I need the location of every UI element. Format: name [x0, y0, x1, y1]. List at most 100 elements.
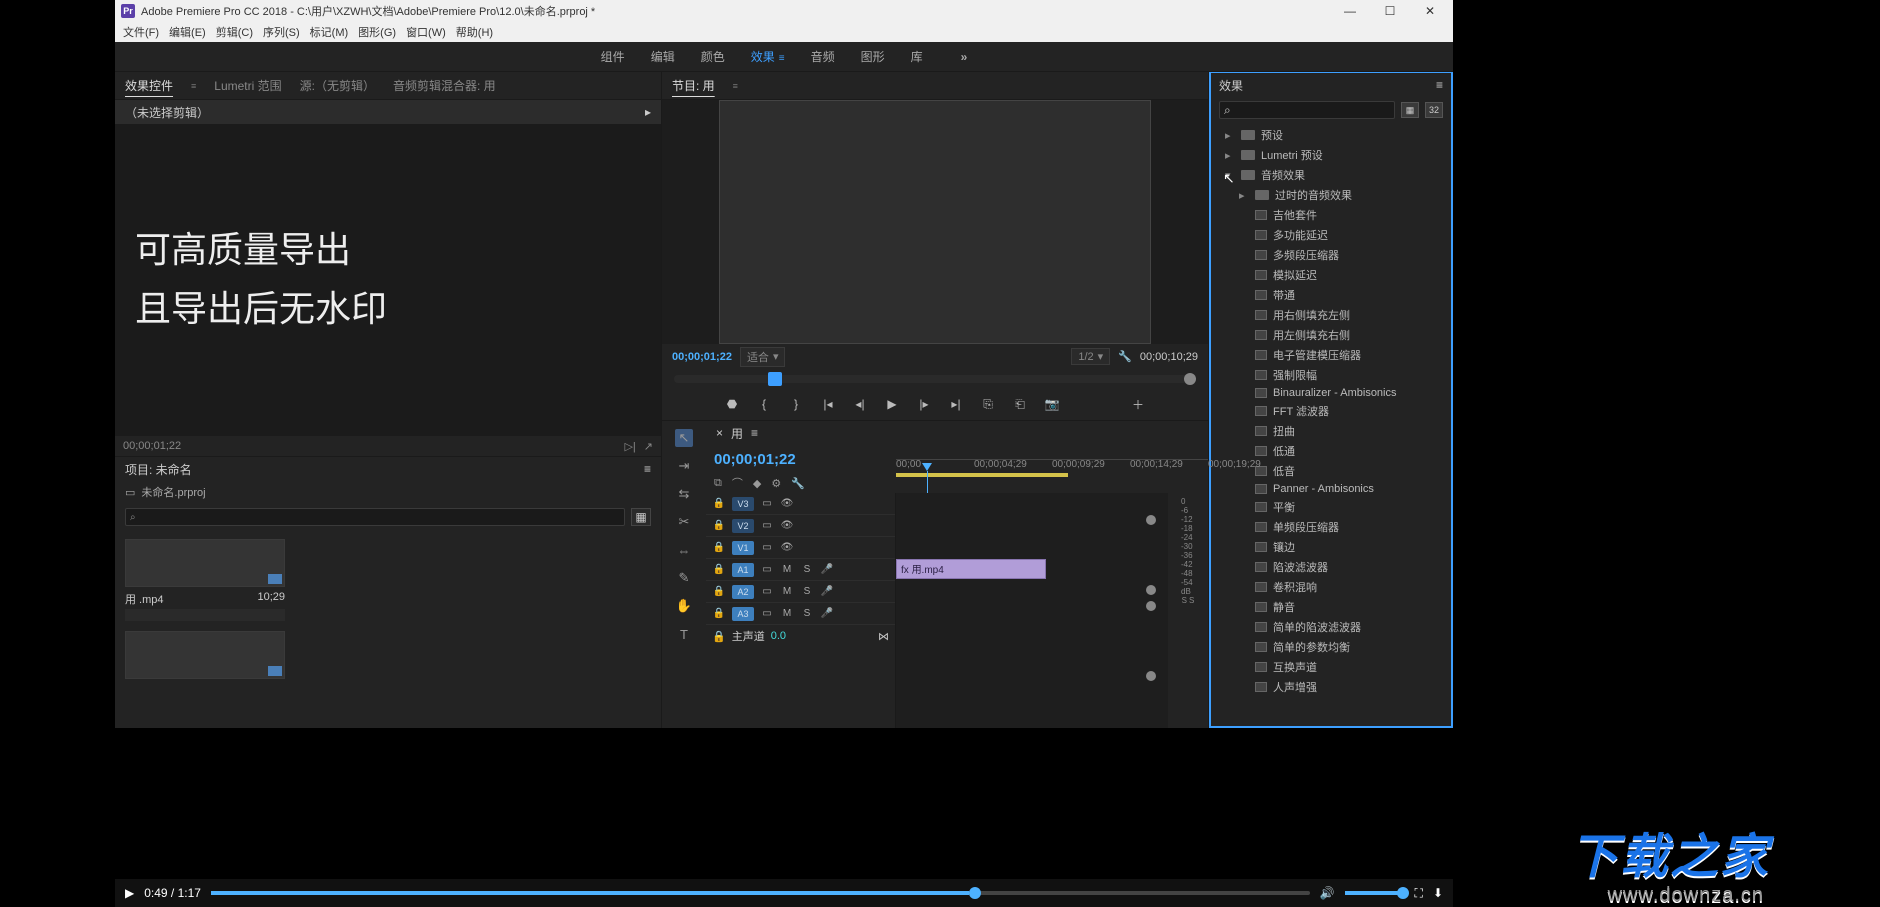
lift-icon[interactable]: ⎘: [979, 395, 997, 413]
minimize-button[interactable]: —: [1333, 2, 1367, 20]
fx-item-14[interactable]: Panner - Ambisonics: [1211, 481, 1451, 497]
step-back-icon[interactable]: ◂|: [851, 395, 869, 413]
pen-tool[interactable]: ✎: [675, 569, 693, 587]
ec-icon-1[interactable]: ▷|: [624, 440, 635, 453]
fx-item-8[interactable]: 强制限幅: [1211, 365, 1451, 385]
step-fwd-icon[interactable]: |▸: [915, 395, 933, 413]
menu-clip[interactable]: 剪辑(C): [216, 24, 253, 40]
fx-item-22[interactable]: 简单的参数均衡: [1211, 637, 1451, 657]
fx-item-17[interactable]: 镶边: [1211, 537, 1451, 557]
ec-play-icon[interactable]: ▸: [645, 105, 651, 119]
project-clip[interactable]: 用 .mp410;29: [125, 539, 285, 621]
razor-tool[interactable]: ✂: [675, 513, 693, 531]
timeline-close-icon[interactable]: ×: [716, 426, 723, 440]
tab-menu-icon[interactable]: ≡: [191, 81, 196, 91]
marker-icon[interactable]: ⬣: [723, 395, 741, 413]
player-seek-knob[interactable]: [969, 887, 981, 899]
ws-library[interactable]: 库: [911, 48, 923, 65]
ripple-tool[interactable]: ⇆: [675, 485, 693, 503]
solo-l[interactable]: S: [1182, 596, 1187, 605]
play-icon[interactable]: ▶: [883, 395, 901, 413]
goto-out-icon[interactable]: ▸|: [947, 395, 965, 413]
sequence-name[interactable]: 用: [731, 425, 743, 442]
ws-graphics[interactable]: 图形: [861, 48, 885, 65]
fx-item-20[interactable]: 静音: [1211, 597, 1451, 617]
fx-folder-lumetri[interactable]: ▸Lumetri 预设: [1211, 145, 1451, 165]
program-tc-left[interactable]: 00;00;01;22: [672, 351, 732, 363]
menu-marker[interactable]: 标记(M): [310, 24, 349, 40]
fx-item-0[interactable]: 吉他套件: [1211, 205, 1451, 225]
fx-item-19[interactable]: 卷积混响: [1211, 577, 1451, 597]
project-menu-icon[interactable]: ≡: [644, 462, 651, 476]
settings-icon[interactable]: ⚙: [771, 477, 781, 490]
solo-r[interactable]: S: [1189, 596, 1194, 605]
fx-filter-1[interactable]: ▦: [1401, 102, 1419, 118]
fx-item-6[interactable]: 用左侧填充右侧: [1211, 325, 1451, 345]
slip-tool[interactable]: ⇔: [675, 541, 693, 559]
program-playhead[interactable]: [768, 372, 782, 386]
marker-add-icon[interactable]: ◆: [753, 477, 761, 490]
menu-help[interactable]: 帮助(H): [456, 24, 493, 40]
fx-item-23[interactable]: 互换声道: [1211, 657, 1451, 677]
eye-icon[interactable]: 👁: [780, 498, 794, 509]
lock-icon[interactable]: 🔒: [712, 498, 726, 509]
export-frame-icon[interactable]: 📷: [1043, 395, 1061, 413]
program-viewport[interactable]: [662, 100, 1208, 344]
download-icon[interactable]: ⬇: [1433, 886, 1443, 900]
fx-folder-audio[interactable]: ▾音频效果: [1211, 165, 1451, 185]
wrench-icon-2[interactable]: 🔧: [791, 477, 805, 490]
fx-item-10[interactable]: FFT 滤波器: [1211, 401, 1451, 421]
ws-edit[interactable]: 编辑: [651, 48, 675, 65]
wrench-icon[interactable]: 🔧: [1118, 350, 1132, 363]
program-res[interactable]: 1/2▾: [1071, 348, 1110, 365]
player-seek[interactable]: [211, 891, 1310, 895]
type-tool[interactable]: T: [675, 625, 693, 643]
hand-tool[interactable]: ✋: [675, 597, 693, 615]
add-button-icon[interactable]: ＋: [1129, 395, 1147, 413]
fx-item-9[interactable]: Binauralizer - Ambisonics: [1211, 385, 1451, 401]
tab-source[interactable]: 源:（无剪辑）: [300, 77, 375, 94]
tab-effect-controls[interactable]: 效果控件: [125, 77, 173, 94]
program-scrubber[interactable]: [662, 370, 1208, 389]
fx-item-2[interactable]: 多频段压缩器: [1211, 245, 1451, 265]
tab-lumetri[interactable]: Lumetri 范围: [214, 77, 281, 94]
timeline-clips[interactable]: fx 用.mp4: [896, 493, 1168, 728]
ws-overflow[interactable]: »: [961, 50, 968, 64]
menu-graphics[interactable]: 图形(G): [358, 24, 396, 40]
effects-search[interactable]: ⌕: [1219, 101, 1395, 119]
fx-folder-obsolete[interactable]: ▸过时的音频效果: [1211, 185, 1451, 205]
fx-item-21[interactable]: 简单的陷波滤波器: [1211, 617, 1451, 637]
fx-item-24[interactable]: 人声增强: [1211, 677, 1451, 697]
in-icon[interactable]: {: [755, 395, 773, 413]
program-tab[interactable]: 节目: 用: [672, 77, 715, 94]
fx-item-7[interactable]: 电子管建模压缩器: [1211, 345, 1451, 365]
ec-icon-2[interactable]: ↗: [644, 440, 653, 453]
effects-menu-icon[interactable]: ≡: [1436, 78, 1443, 92]
fx-icon[interactable]: ▭: [760, 498, 774, 509]
menu-file[interactable]: 文件(F): [123, 24, 159, 40]
ws-assembly[interactable]: 组件: [601, 48, 625, 65]
snap-icon[interactable]: ⧉: [714, 477, 722, 490]
fx-item-16[interactable]: 单频段压缩器: [1211, 517, 1451, 537]
program-menu-icon[interactable]: ≡: [733, 81, 738, 91]
project-filter-icon[interactable]: ▦: [631, 508, 651, 526]
timeline-ruler[interactable]: 00;00 00;00;04;29 00;00;09;29 00;00;14;2…: [896, 459, 1208, 460]
ws-effects[interactable]: 效果: [751, 48, 785, 65]
ec-timecode[interactable]: 00;00;01;22: [123, 440, 181, 452]
player-play-icon[interactable]: ▶: [125, 886, 134, 900]
track-select-tool[interactable]: ⇥: [675, 457, 693, 475]
volume-icon[interactable]: 🔊: [1320, 886, 1335, 900]
menu-window[interactable]: 窗口(W): [406, 24, 446, 40]
timeline-menu-icon[interactable]: ≡: [751, 426, 758, 440]
mic-icon[interactable]: 🎤: [820, 564, 834, 575]
fx-item-5[interactable]: 用右侧填充左侧: [1211, 305, 1451, 325]
volume-slider[interactable]: [1345, 891, 1405, 895]
fx-item-18[interactable]: 陷波滤波器: [1211, 557, 1451, 577]
close-button[interactable]: ✕: [1413, 2, 1447, 20]
fx-filter-2[interactable]: 32: [1425, 102, 1443, 118]
ws-color[interactable]: 颜色: [701, 48, 725, 65]
project-tab[interactable]: 项目: 未命名: [125, 461, 192, 478]
fullscreen-icon[interactable]: ⛶: [1415, 886, 1423, 901]
project-clip-2[interactable]: [125, 631, 285, 679]
timeline-tc[interactable]: 00;00;01;22: [706, 451, 896, 468]
